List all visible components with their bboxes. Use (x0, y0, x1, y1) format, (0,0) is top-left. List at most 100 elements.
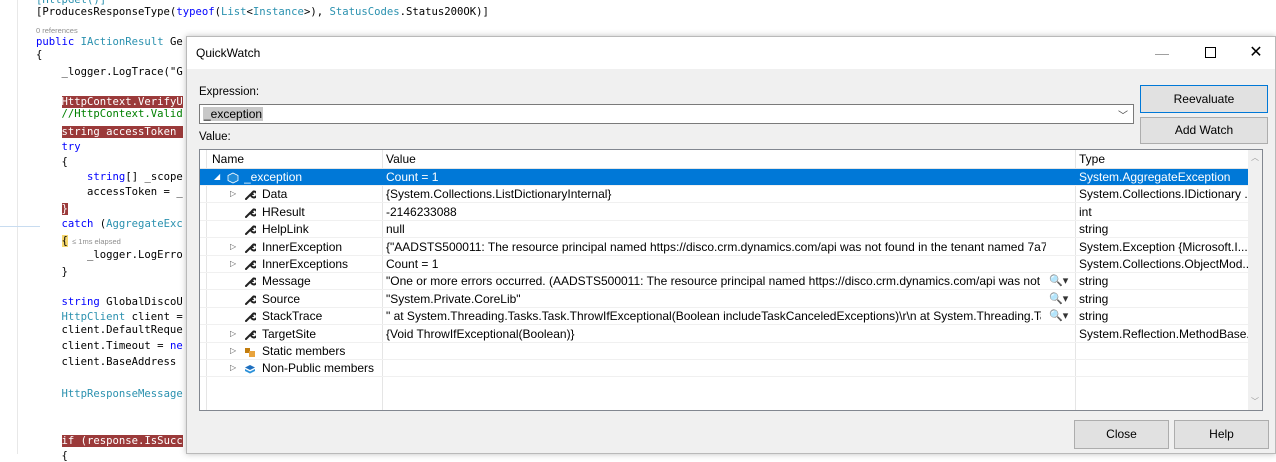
code-token: .Status200OK)] (399, 6, 489, 18)
table-row[interactable]: ▷ InnerException {"AADSTS500011: The resou… (200, 239, 1250, 256)
close-button[interactable]: Close (1074, 420, 1169, 449)
table-row[interactable]: HResult -2146233088 int (200, 204, 1250, 221)
cell-type: System.AggregateException (1079, 170, 1231, 184)
scroll-down-icon[interactable]: ﹀ (1251, 396, 1259, 407)
value-label: Value: (199, 131, 231, 143)
code-token: string accessToken (61, 126, 183, 138)
column-header-name[interactable]: Name (212, 152, 244, 166)
expand-arrow-icon[interactable]: ▷ (230, 329, 236, 338)
code-token: HttpContext.VerifyU (61, 96, 183, 108)
vertical-scrollbar[interactable]: ︿ ﹀ (1248, 150, 1262, 410)
code-token: GlobalDiscoU (99, 296, 183, 308)
cell-name: _exception (244, 170, 303, 184)
code-token: public (36, 36, 81, 48)
maximize-button[interactable] (1187, 37, 1233, 69)
column-header-type[interactable]: Type (1079, 152, 1105, 166)
code-token: string (61, 296, 100, 308)
code-token: Instance (252, 6, 304, 18)
cell-value[interactable]: -2146233088 (386, 205, 1046, 219)
code-token: accessToken = _ (36, 186, 183, 198)
code-token: Ge (163, 36, 183, 48)
cell-value[interactable]: "System.Private.CoreLib" (386, 292, 1041, 306)
cell-value[interactable]: " at System.Threading.Tasks.Task.ThrowIf… (386, 309, 1041, 323)
maximize-icon (1204, 47, 1216, 58)
cell-type: int (1079, 204, 1092, 219)
table-row[interactable]: ▷ Non-Public members (200, 360, 1250, 378)
cell-value[interactable]: Count = 1 (386, 257, 1046, 271)
scroll-up-icon[interactable]: ︿ (1251, 152, 1259, 163)
add-watch-button[interactable]: Add Watch (1140, 117, 1268, 144)
table-row[interactable]: Source "System.Private.CoreLib" 🔍▾ string (200, 291, 1250, 308)
cell-name: InnerException (262, 239, 343, 254)
expand-arrow-icon[interactable]: ▷ (230, 363, 236, 372)
close-window-button[interactable]: ✕ (1233, 37, 1276, 69)
cell-value[interactable]: "One or more errors occurred. (AADSTS500… (386, 274, 1041, 288)
code-line: accessToken = _ (36, 186, 183, 198)
code-token: HttpResponseMessage (61, 388, 183, 400)
cell-name: Data (262, 187, 288, 202)
cell-name: HResult (262, 204, 305, 219)
visualizer-magnifier-icon[interactable]: 🔍▾ (1049, 274, 1068, 287)
help-button[interactable]: Help (1174, 420, 1269, 449)
code-line: catch (AggregateExc (36, 218, 183, 230)
cell-type: System.Exception {Microsoft.I... (1079, 239, 1248, 254)
cell-value[interactable]: null (386, 222, 1046, 236)
cell-name: StackTrace (262, 309, 323, 324)
table-row[interactable]: ▷ Static members (200, 343, 1250, 360)
cell-value[interactable]: {"AADSTS500011: The resource principal n… (386, 240, 1046, 254)
code-line: } (36, 266, 68, 278)
table-row[interactable]: ▷ Data {System.Collections.ListDictionaryI… (200, 186, 1250, 204)
table-row[interactable]: Message "One or more errors occurred. (AA… (200, 273, 1250, 291)
cell-type: string (1079, 274, 1109, 289)
collapse-arrow-icon[interactable]: ◢ (214, 172, 220, 181)
cell-type: System.Collections.ObjectMod... (1079, 257, 1249, 271)
gutter-guide (17, 0, 18, 454)
table-row[interactable]: ▷ TargetSite {Void ThrowIfExceptional(Bool… (200, 326, 1250, 343)
expression-combobox[interactable]: _exception ﹀ (199, 104, 1134, 124)
code-line: { (36, 49, 42, 61)
code-line: _logger.LogErro (36, 249, 183, 261)
code-line: string accessToken (36, 126, 183, 138)
cell-value[interactable]: {System.Collections.ListDictionaryIntern… (386, 187, 1046, 201)
table-row[interactable]: ◢ _exception Count = 1 System.AggregateExce… (200, 169, 1250, 186)
code-line: public IActionResult Ge (36, 36, 183, 48)
code-line: client.BaseAddress (36, 356, 183, 368)
wrench-property-icon (244, 328, 258, 340)
code-token: } (36, 266, 68, 278)
code-line: [ProducesResponseType(typeof(List<Instan… (36, 6, 489, 18)
expression-input[interactable]: _exception (203, 107, 264, 121)
close-icon: ✕ (1249, 44, 1263, 61)
value-grid[interactable]: Name Value Type ◢ _exception Count = 1 Syst… (199, 149, 1263, 411)
visualizer-magnifier-icon[interactable]: 🔍▾ (1049, 292, 1068, 305)
code-token: { (36, 49, 43, 61)
expand-arrow-icon[interactable]: ▷ (230, 346, 236, 355)
table-row[interactable]: StackTrace " at System.Threading.Tasks.Ta… (200, 308, 1250, 326)
cell-name: HelpLink (262, 222, 309, 237)
visualizer-magnifier-icon[interactable]: 🔍▾ (1049, 309, 1068, 322)
title-bar[interactable]: QuickWatch — ✕ (187, 37, 1275, 69)
cell-type: System.Reflection.MethodBase... (1079, 326, 1249, 341)
cell-value[interactable]: {Void ThrowIfExceptional(Boolean)} (386, 327, 1046, 341)
minimize-button[interactable]: — (1139, 37, 1185, 69)
code-line: HttpResponseMessage (36, 388, 183, 400)
cell-type: string (1079, 291, 1109, 306)
cell-name: Message (262, 274, 311, 289)
table-row[interactable]: HelpLink null string (200, 221, 1250, 239)
expand-arrow-icon[interactable]: ▷ (230, 259, 236, 268)
code-token: client.Timeout = (36, 340, 170, 352)
chevron-down-icon[interactable]: ﹀ (1118, 107, 1128, 122)
expand-arrow-icon[interactable]: ▷ (230, 189, 236, 198)
expand-arrow-icon[interactable]: ▷ (230, 242, 236, 251)
cell-name: Source (262, 291, 301, 306)
reevaluate-button[interactable]: Reevaluate (1140, 85, 1268, 113)
code-token: catch (61, 218, 94, 230)
expression-label: Expression: (199, 86, 260, 98)
table-row[interactable]: ▷ InnerExceptions Count = 1 System.Collecti… (200, 256, 1250, 273)
code-token: >), (303, 6, 330, 18)
column-header-value[interactable]: Value (386, 152, 416, 166)
code-token: [ProducesResponseType( (36, 6, 177, 18)
cell-value[interactable]: Count = 1 (386, 170, 1046, 184)
code-token: client = (125, 311, 183, 323)
code-token: 0 references (36, 26, 78, 35)
